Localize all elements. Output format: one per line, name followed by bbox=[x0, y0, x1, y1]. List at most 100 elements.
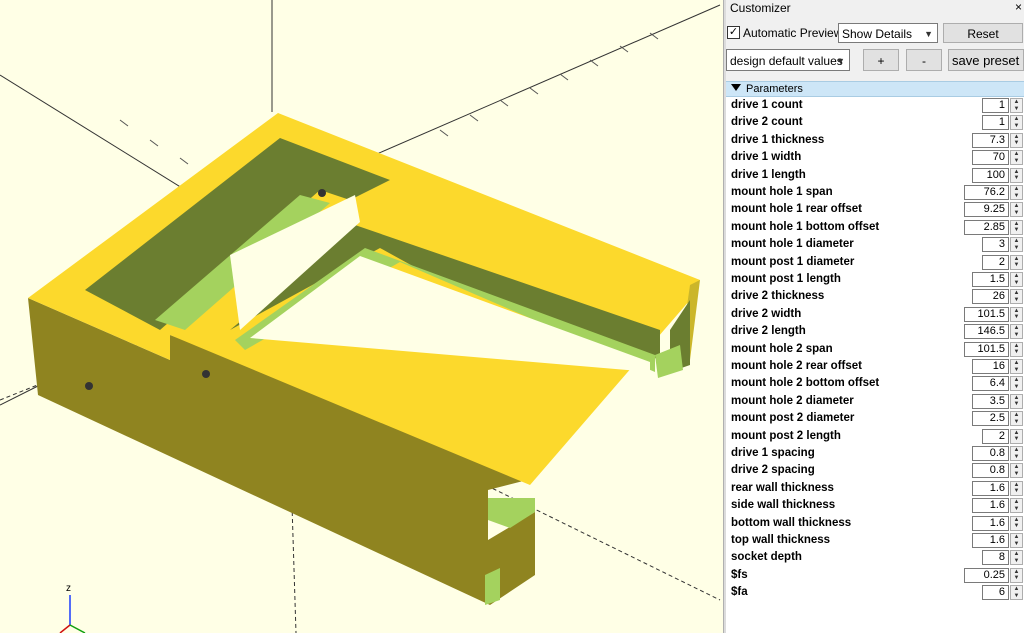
reset-button[interactable]: Reset bbox=[943, 23, 1023, 43]
parameter-value-input[interactable]: 146.5 bbox=[964, 324, 1009, 340]
spin-down-icon[interactable]: ▼ bbox=[1011, 506, 1022, 513]
parameter-spinner[interactable]: ▲ ▼ bbox=[1010, 202, 1023, 218]
parameter-spinner[interactable]: ▲ ▼ bbox=[1010, 533, 1023, 548]
spin-down-icon[interactable]: ▼ bbox=[1011, 314, 1022, 321]
spin-down-icon[interactable]: ▼ bbox=[1011, 575, 1022, 582]
spin-down-icon[interactable]: ▼ bbox=[1011, 593, 1022, 600]
spin-down-icon[interactable]: ▼ bbox=[1011, 280, 1022, 287]
parameter-spinner[interactable]: ▲ ▼ bbox=[1010, 306, 1023, 322]
parameter-value-input[interactable]: 16 bbox=[972, 359, 1009, 374]
automatic-preview-checkbox[interactable]: ✓ bbox=[727, 26, 740, 39]
spin-down-icon[interactable]: ▼ bbox=[1011, 349, 1022, 356]
parameter-value-input[interactable]: 2.5 bbox=[972, 411, 1009, 427]
parameter-value-input[interactable]: 26 bbox=[972, 289, 1009, 305]
parameter-value-input[interactable]: 7.3 bbox=[972, 132, 1009, 148]
parameter-value-input[interactable]: 1.6 bbox=[972, 498, 1009, 514]
spin-down-icon[interactable]: ▼ bbox=[1011, 140, 1022, 147]
spin-down-icon[interactable]: ▼ bbox=[1011, 123, 1022, 130]
parameter-value-input[interactable]: 6 bbox=[982, 585, 1009, 601]
parameter-spinner[interactable]: ▲ ▼ bbox=[1010, 463, 1023, 479]
spin-down-icon[interactable]: ▼ bbox=[1011, 384, 1022, 391]
parameter-spinner[interactable]: ▲ ▼ bbox=[1010, 324, 1023, 340]
spin-down-icon[interactable]: ▼ bbox=[1011, 454, 1022, 461]
3d-viewport[interactable]: z bbox=[0, 0, 723, 633]
parameter-spinner[interactable]: ▲ ▼ bbox=[1010, 550, 1023, 566]
parameter-value-input[interactable]: 1 bbox=[982, 115, 1009, 131]
spin-down-icon[interactable]: ▼ bbox=[1011, 245, 1022, 252]
spin-down-icon[interactable]: ▼ bbox=[1011, 419, 1022, 426]
spin-down-icon[interactable]: ▼ bbox=[1011, 401, 1022, 408]
add-preset-button[interactable]: + bbox=[863, 49, 899, 71]
parameter-value-input[interactable]: 0.8 bbox=[972, 463, 1009, 479]
parameter-spinner[interactable]: ▲ ▼ bbox=[1010, 585, 1023, 601]
save-preset-button[interactable]: save preset bbox=[948, 49, 1024, 71]
parameter-value-input[interactable]: 8 bbox=[982, 550, 1009, 566]
spin-down-icon[interactable]: ▼ bbox=[1011, 158, 1022, 165]
parameter-value-input[interactable]: 100 bbox=[972, 167, 1009, 183]
parameter-spinner[interactable]: ▲ ▼ bbox=[1010, 167, 1023, 183]
spin-down-icon[interactable]: ▼ bbox=[1011, 106, 1022, 113]
parameter-spinner[interactable]: ▲ ▼ bbox=[1010, 132, 1023, 148]
parameter-spinner[interactable]: ▲ ▼ bbox=[1010, 272, 1023, 287]
spin-down-icon[interactable]: ▼ bbox=[1011, 558, 1022, 565]
parameter-spinner[interactable]: ▲ ▼ bbox=[1010, 150, 1023, 166]
spin-down-icon[interactable]: ▼ bbox=[1011, 227, 1022, 234]
spin-down-icon[interactable]: ▼ bbox=[1011, 471, 1022, 478]
parameter-spinner[interactable]: ▲ ▼ bbox=[1010, 115, 1023, 131]
parameter-value-input[interactable]: 101.5 bbox=[964, 341, 1009, 357]
parameter-value-input[interactable]: 2 bbox=[982, 254, 1009, 270]
parameter-spinner[interactable]: ▲ ▼ bbox=[1010, 185, 1023, 200]
spin-down-icon[interactable]: ▼ bbox=[1011, 488, 1022, 495]
parameter-row: bottom wall thickness 1.6 ▲ ▼ bbox=[726, 515, 1024, 532]
spin-down-icon[interactable]: ▼ bbox=[1011, 297, 1022, 304]
remove-preset-button[interactable]: - bbox=[906, 49, 942, 71]
parameter-spinner[interactable]: ▲ ▼ bbox=[1010, 98, 1023, 113]
parameter-spinner[interactable]: ▲ ▼ bbox=[1010, 219, 1023, 235]
parameter-spinner[interactable]: ▲ ▼ bbox=[1010, 446, 1023, 461]
spin-down-icon[interactable]: ▼ bbox=[1011, 193, 1022, 200]
spin-down-icon[interactable]: ▼ bbox=[1011, 175, 1022, 182]
spin-down-icon[interactable]: ▼ bbox=[1011, 332, 1022, 339]
parameter-value-input[interactable]: 76.2 bbox=[964, 185, 1009, 200]
parameter-value-input[interactable]: 6.4 bbox=[972, 376, 1009, 392]
parameter-value-input[interactable]: 101.5 bbox=[964, 306, 1009, 322]
parameter-label: mount post 2 diameter bbox=[731, 412, 855, 425]
spin-down-icon[interactable]: ▼ bbox=[1011, 367, 1022, 374]
parameter-value-input[interactable]: 1.6 bbox=[972, 515, 1009, 531]
spin-down-icon[interactable]: ▼ bbox=[1011, 523, 1022, 530]
parameter-label: drive 2 width bbox=[731, 307, 802, 320]
parameter-spinner[interactable]: ▲ ▼ bbox=[1010, 515, 1023, 531]
parameter-spinner[interactable]: ▲ ▼ bbox=[1010, 567, 1023, 583]
parameter-value-input[interactable]: 9.25 bbox=[964, 202, 1009, 218]
parameter-value-input[interactable]: 2 bbox=[982, 428, 1009, 444]
parameter-spinner[interactable]: ▲ ▼ bbox=[1010, 237, 1023, 253]
parameter-spinner[interactable]: ▲ ▼ bbox=[1010, 393, 1023, 409]
parameter-value-input[interactable]: 3 bbox=[982, 237, 1009, 253]
details-select[interactable]: Show Details ▼ bbox=[838, 23, 938, 43]
parameter-spinner[interactable]: ▲ ▼ bbox=[1010, 376, 1023, 392]
spin-down-icon[interactable]: ▼ bbox=[1011, 541, 1022, 548]
close-icon[interactable]: × bbox=[1015, 0, 1022, 15]
preset-select[interactable]: design default values ▼ bbox=[726, 49, 850, 71]
parameter-value-input[interactable]: 1.6 bbox=[972, 480, 1009, 496]
spin-down-icon[interactable]: ▼ bbox=[1011, 262, 1022, 269]
parameter-spinner[interactable]: ▲ ▼ bbox=[1010, 341, 1023, 357]
parameter-value-input[interactable]: 0.8 bbox=[972, 446, 1009, 461]
parameter-value-input[interactable]: 1 bbox=[982, 98, 1009, 113]
parameter-value-input[interactable]: 0.25 bbox=[964, 567, 1009, 583]
parameter-spinner[interactable]: ▲ ▼ bbox=[1010, 411, 1023, 427]
parameter-value-input[interactable]: 1.6 bbox=[972, 533, 1009, 548]
spin-down-icon[interactable]: ▼ bbox=[1011, 436, 1022, 443]
parameter-spinner[interactable]: ▲ ▼ bbox=[1010, 359, 1023, 374]
parameter-spinner[interactable]: ▲ ▼ bbox=[1010, 428, 1023, 444]
parameter-value-input[interactable]: 1.5 bbox=[972, 272, 1009, 287]
parameter-spinner[interactable]: ▲ ▼ bbox=[1010, 289, 1023, 305]
parameters-group-header[interactable]: Parameters bbox=[726, 81, 1024, 97]
spin-down-icon[interactable]: ▼ bbox=[1011, 210, 1022, 217]
parameter-spinner[interactable]: ▲ ▼ bbox=[1010, 254, 1023, 270]
parameter-spinner[interactable]: ▲ ▼ bbox=[1010, 498, 1023, 514]
parameter-value-input[interactable]: 3.5 bbox=[972, 393, 1009, 409]
parameter-spinner[interactable]: ▲ ▼ bbox=[1010, 480, 1023, 496]
parameter-value-input[interactable]: 2.85 bbox=[964, 219, 1009, 235]
parameter-value-input[interactable]: 70 bbox=[972, 150, 1009, 166]
